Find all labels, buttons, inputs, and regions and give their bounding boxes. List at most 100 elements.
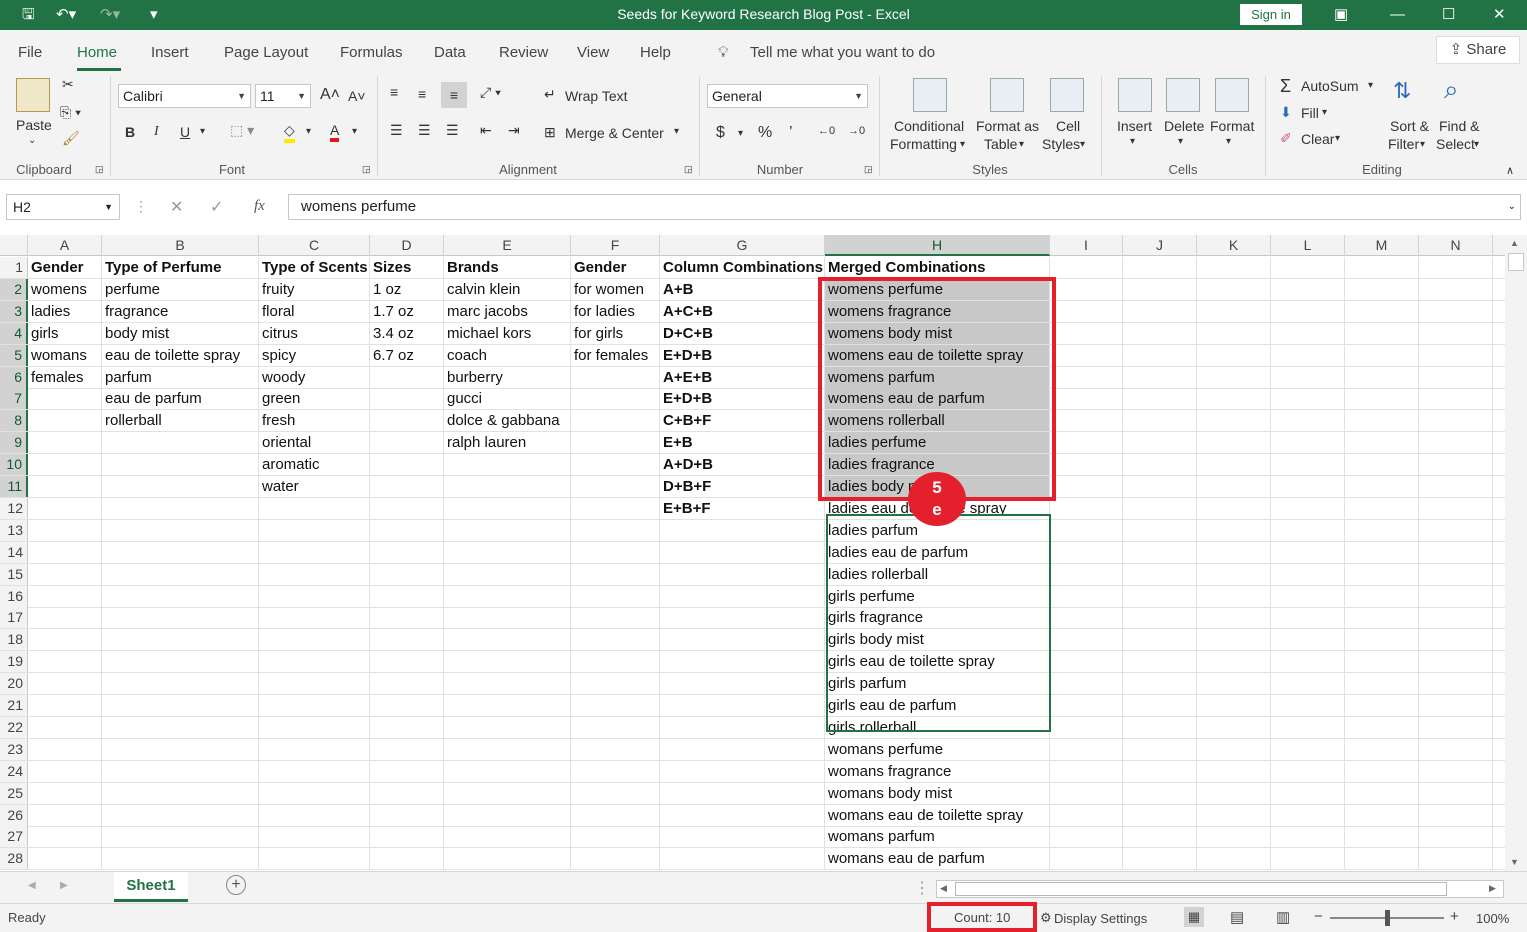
cell-d24[interactable] — [370, 760, 444, 782]
cell-n22[interactable] — [1419, 716, 1493, 738]
cell-d15[interactable] — [370, 563, 444, 585]
cell-f24[interactable] — [571, 760, 660, 782]
cell-l8[interactable] — [1271, 410, 1345, 432]
row-header[interactable]: 14 — [0, 541, 28, 563]
cell-j9[interactable] — [1123, 432, 1197, 454]
cell-f4[interactable]: for girls — [571, 322, 660, 344]
cell-i8[interactable] — [1050, 410, 1123, 432]
cell-h15[interactable]: ladies rollerball — [825, 563, 1050, 585]
row-header[interactable]: 25 — [0, 782, 28, 804]
row-header[interactable]: 11 — [0, 476, 28, 497]
cell-m11[interactable] — [1345, 476, 1419, 497]
normal-view-icon[interactable]: ▦ — [1184, 907, 1204, 927]
cell-e10[interactable] — [444, 454, 571, 476]
cell-j2[interactable] — [1123, 278, 1197, 300]
cell-n21[interactable] — [1419, 695, 1493, 716]
cell-j25[interactable] — [1123, 782, 1197, 804]
cell-n26[interactable] — [1419, 804, 1493, 826]
cell-m12[interactable] — [1345, 497, 1419, 519]
cell-f27[interactable] — [571, 826, 660, 848]
cell-n6[interactable] — [1419, 366, 1493, 388]
cell-g13[interactable] — [660, 519, 825, 541]
cell-c12[interactable] — [259, 497, 370, 519]
cell-i25[interactable] — [1050, 782, 1123, 804]
cell-i13[interactable] — [1050, 519, 1123, 541]
cell-m3[interactable] — [1345, 300, 1419, 322]
cell-c13[interactable] — [259, 519, 370, 541]
top-align-icon[interactable]: ≡ — [390, 84, 398, 100]
cell-g4[interactable]: D+C+B — [660, 322, 825, 344]
cell-d3[interactable]: 1.7 oz — [370, 300, 444, 322]
menu-data[interactable]: Data — [434, 44, 466, 61]
cell-j20[interactable] — [1123, 673, 1197, 695]
cell-k13[interactable] — [1197, 519, 1271, 541]
cell-e12[interactable] — [444, 497, 571, 519]
cell-k9[interactable] — [1197, 432, 1271, 454]
cell-b22[interactable] — [102, 716, 259, 738]
format-as-table-icon[interactable] — [990, 78, 1024, 112]
scroll-up-icon[interactable]: ▲ — [1510, 238, 1519, 248]
cell-j6[interactable] — [1123, 366, 1197, 388]
cell-a17[interactable] — [28, 607, 102, 629]
cell-a22[interactable] — [28, 716, 102, 738]
cell-m25[interactable] — [1345, 782, 1419, 804]
align-right-icon[interactable]: ☰ — [446, 122, 459, 139]
maximize-icon[interactable]: ☐ — [1442, 5, 1455, 25]
fill-icon[interactable]: ⬇ — [1280, 104, 1292, 121]
cell-b7[interactable]: eau de parfum — [102, 388, 259, 410]
cell-l5[interactable] — [1271, 344, 1345, 366]
cell-styles-dropdown-icon[interactable]: ▾ — [1080, 139, 1085, 150]
cell-a18[interactable] — [28, 629, 102, 651]
merge-center-button[interactable]: Merge & Center — [565, 125, 664, 141]
cell-b24[interactable] — [102, 760, 259, 782]
cell-f13[interactable] — [571, 519, 660, 541]
cell-c4[interactable]: citrus — [259, 322, 370, 344]
cell-k8[interactable] — [1197, 410, 1271, 432]
cell-c21[interactable] — [259, 695, 370, 716]
cell-k14[interactable] — [1197, 541, 1271, 563]
insert-function-button[interactable]: fx — [254, 198, 265, 215]
cell-m6[interactable] — [1345, 366, 1419, 388]
cell-e18[interactable] — [444, 629, 571, 651]
scroll-thumb[interactable] — [1508, 253, 1524, 271]
cell-n2[interactable] — [1419, 278, 1493, 300]
cell-a13[interactable] — [28, 519, 102, 541]
row-header[interactable]: 2 — [0, 278, 28, 300]
column-header-i[interactable]: I — [1050, 235, 1123, 256]
cell-b9[interactable] — [102, 432, 259, 454]
cell-j18[interactable] — [1123, 629, 1197, 651]
cell-a24[interactable] — [28, 760, 102, 782]
menu-view[interactable]: View — [577, 44, 609, 61]
cell-e2[interactable]: calvin klein — [444, 278, 571, 300]
cell-m10[interactable] — [1345, 454, 1419, 476]
cell-g16[interactable] — [660, 585, 825, 607]
row-header[interactable]: 1 — [0, 257, 28, 278]
menu-file[interactable]: File — [18, 44, 42, 61]
cell-n10[interactable] — [1419, 454, 1493, 476]
cell-l19[interactable] — [1271, 651, 1345, 673]
column-header-j[interactable]: J — [1123, 235, 1197, 256]
cell-j13[interactable] — [1123, 519, 1197, 541]
cell-l7[interactable] — [1271, 388, 1345, 410]
cell-m7[interactable] — [1345, 388, 1419, 410]
cell-n4[interactable] — [1419, 322, 1493, 344]
cell-l18[interactable] — [1271, 629, 1345, 651]
cell-n19[interactable] — [1419, 651, 1493, 673]
alignment-launcher-icon[interactable]: ◲ — [684, 164, 693, 175]
cell-i6[interactable] — [1050, 366, 1123, 388]
cell-k26[interactable] — [1197, 804, 1271, 826]
row-header[interactable]: 9 — [0, 432, 28, 454]
cell-l12[interactable] — [1271, 497, 1345, 519]
middle-align-icon[interactable]: ≡ — [418, 86, 426, 102]
cell-d21[interactable] — [370, 695, 444, 716]
formula-input[interactable]: womens perfume ⌄ — [288, 194, 1521, 220]
cell-b23[interactable] — [102, 738, 259, 760]
cell-k19[interactable] — [1197, 651, 1271, 673]
cell-n27[interactable] — [1419, 826, 1493, 848]
conditional-formatting-label-2[interactable]: Formatting — [890, 136, 957, 152]
cell-d2[interactable]: 1 oz — [370, 278, 444, 300]
cell-j10[interactable] — [1123, 454, 1197, 476]
cell-b26[interactable] — [102, 804, 259, 826]
cell-k18[interactable] — [1197, 629, 1271, 651]
underline-dropdown-icon[interactable]: ▾ — [200, 126, 205, 137]
